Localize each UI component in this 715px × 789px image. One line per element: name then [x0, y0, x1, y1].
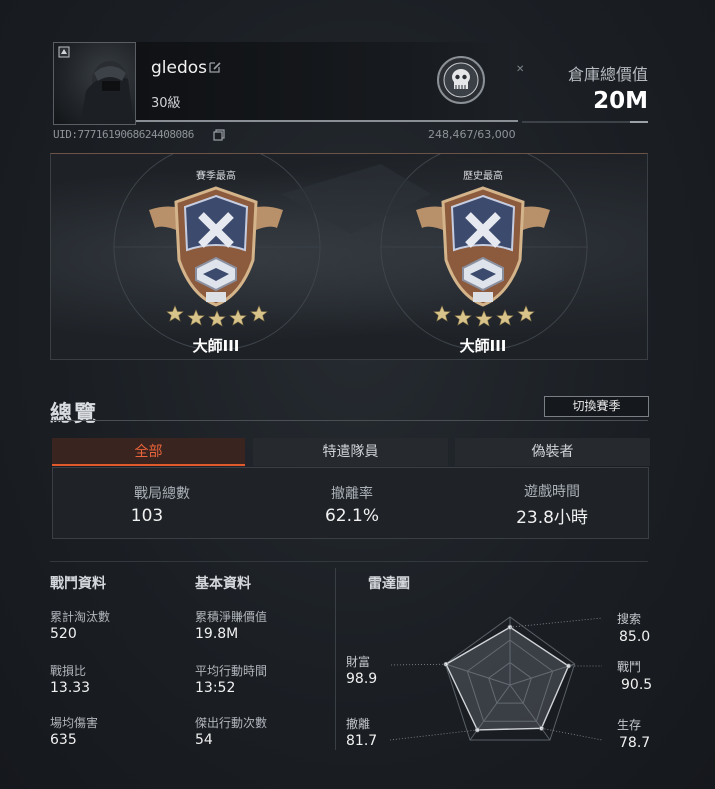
- radar-title: 雷達圖: [368, 576, 410, 592]
- extraction-rate-value: 62.1%: [324, 506, 379, 526]
- warehouse-underline: [522, 121, 648, 123]
- radar-axis-value: 85.0: [619, 629, 651, 645]
- star-icon: [208, 310, 226, 327]
- play-time-value: 23.8小時: [516, 508, 588, 528]
- stat-value: 520: [50, 626, 77, 642]
- star-icon: [166, 305, 184, 322]
- tab-disguisers[interactable]: 偽裝者: [455, 438, 650, 466]
- star-icon: [187, 309, 205, 326]
- section-divider: [50, 561, 648, 562]
- radar-leader-line: [509, 617, 603, 628]
- star-icon: [496, 309, 514, 326]
- stat-value: 54: [195, 732, 213, 748]
- overview-divider: [50, 420, 648, 421]
- play-time-label: 遊戲時間: [524, 484, 580, 500]
- radar-axis-label: 生存: [617, 718, 642, 732]
- stat-value: 635: [50, 732, 77, 748]
- warehouse-value-label: 倉庫總價值: [567, 65, 648, 84]
- player-level: 30級: [151, 96, 181, 111]
- total-matches-value: 103: [130, 506, 164, 526]
- radar-value-shape: [445, 626, 570, 731]
- warehouse-value: 20M: [593, 88, 648, 114]
- star-icon: [433, 305, 451, 322]
- star-icon: [250, 305, 268, 322]
- stat-value: 13.33: [50, 680, 91, 696]
- edit-icon[interactable]: [208, 60, 222, 74]
- avatar-badge-icon: [58, 46, 70, 58]
- overview-title: 總覽: [50, 402, 99, 427]
- soldier-portrait-icon: [80, 61, 134, 124]
- stat-label: 平均行動時間: [195, 664, 268, 678]
- history-rank-name: 大師III: [459, 337, 507, 355]
- player-uid: UID:7771619068624408086: [53, 128, 194, 141]
- radar-axis-label: 戰鬥: [617, 660, 642, 674]
- radar-point: [507, 624, 513, 630]
- season-rank-stars: [166, 305, 268, 327]
- stat-label: 累計淘汰數: [50, 610, 111, 624]
- experience-progress: 248,467/63,000: [428, 128, 516, 141]
- rank-panel: [50, 153, 648, 360]
- radar-point: [474, 727, 480, 733]
- skull-emblem-icon[interactable]: [436, 55, 486, 105]
- stat-label: 場均傷害: [50, 716, 99, 730]
- star-icon: [454, 309, 472, 326]
- radar-axis-label: 財富: [346, 655, 371, 669]
- extraction-rate-label: 撤離率: [331, 486, 373, 502]
- radar-axis-value: 90.5: [621, 677, 653, 693]
- copy-icon[interactable]: [213, 129, 225, 141]
- switch-season-button[interactable]: 切換賽季: [544, 396, 649, 417]
- radar-axis-label: 搜索: [617, 612, 642, 626]
- stat-value: 19.8M: [195, 626, 239, 642]
- radar-leader-line: [389, 663, 447, 666]
- history-rank-stars: [433, 305, 535, 327]
- radar-axis-value: 98.9: [346, 671, 378, 687]
- star-icon: [475, 310, 493, 327]
- player-avatar[interactable]: [53, 42, 136, 125]
- combat-stats-title: 戰鬥資料: [50, 576, 106, 592]
- radar-axis-value: 81.7: [346, 733, 378, 749]
- star-icon: [229, 309, 247, 326]
- radar-axis-label: 撤離: [346, 717, 371, 731]
- stat-label: 累積淨賺價值: [195, 610, 268, 624]
- star-icon: [517, 305, 535, 322]
- basic-stats-title: 基本資料: [195, 576, 251, 592]
- decor-mark: ✕: [516, 64, 525, 75]
- stat-label: 傑出行動次數: [195, 716, 268, 730]
- total-matches-label: 戰局總數: [134, 486, 190, 502]
- radar-axis-value: 78.7: [619, 735, 651, 751]
- tab-all[interactable]: 全部: [52, 438, 245, 466]
- radar-divider: [335, 568, 336, 750]
- radar-chart: [389, 616, 603, 741]
- tab-operatives[interactable]: 特遣隊員: [253, 438, 448, 466]
- season-rank-name: 大師III: [192, 337, 240, 355]
- stat-label: 戰損比: [50, 664, 87, 678]
- username: gledos: [151, 58, 208, 78]
- stat-value: 13:52: [195, 680, 236, 696]
- radar-leader-line: [389, 729, 478, 741]
